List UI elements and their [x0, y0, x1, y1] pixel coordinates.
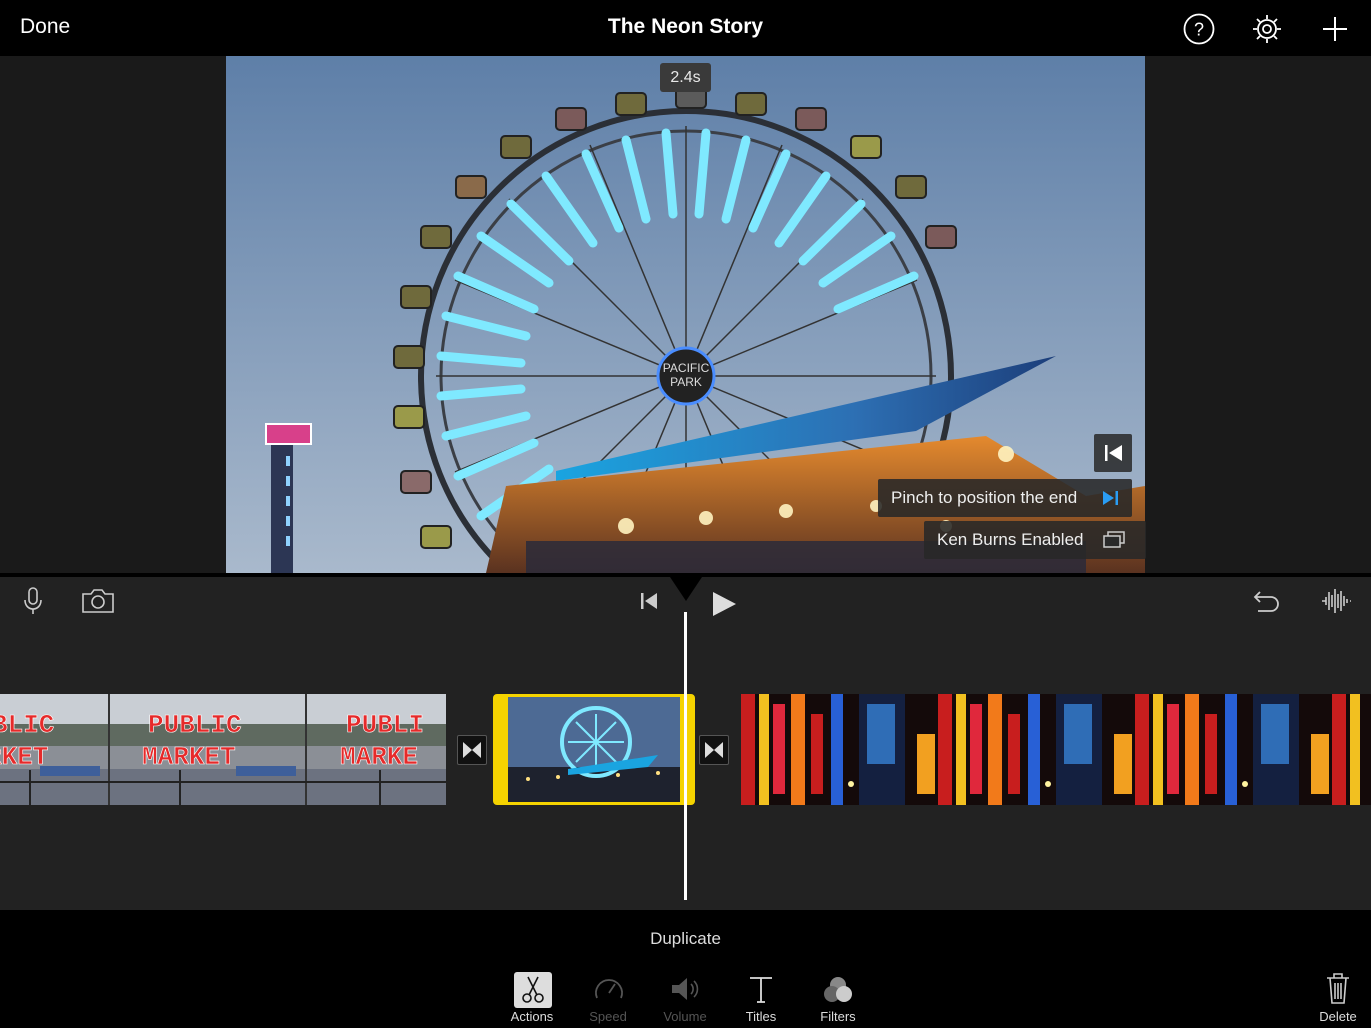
- skip-to-start-icon[interactable]: [638, 590, 660, 612]
- ken-burns-text: Ken Burns Enabled: [937, 530, 1084, 549]
- tool-delete[interactable]: Delete: [1303, 970, 1371, 1028]
- speedometer-icon: [595, 979, 623, 999]
- project-title: The Neon Story: [607, 15, 764, 38]
- pinch-hint-text: Pinch to position the end: [891, 488, 1078, 507]
- trash-icon: [1327, 973, 1349, 1004]
- transition-button-1[interactable]: [457, 735, 487, 765]
- transition-icon: [463, 742, 481, 758]
- timeline-clip-public-market[interactable]: BLIC RKET PUBLIC MARKET PUBLI MARKE: [0, 694, 446, 805]
- tool-filters-label: Filters: [820, 1009, 856, 1024]
- svg-text:PARK: PARK: [670, 375, 702, 389]
- svg-text:MARKE: MARKE: [340, 742, 418, 772]
- ken-burns-icon: [1103, 531, 1125, 548]
- camera-icon[interactable]: [80, 587, 116, 615]
- svg-text:BLIC: BLIC: [0, 710, 54, 740]
- svg-text:?: ?: [1194, 20, 1204, 40]
- preview-area: PACIFIC PARK 2.4s Pinch to position the …: [0, 56, 1371, 573]
- audio-waveform-icon[interactable]: [1320, 587, 1352, 615]
- play-icon[interactable]: [710, 590, 738, 618]
- playhead-marker: [670, 577, 702, 601]
- tool-delete-label: Delete: [1319, 1009, 1357, 1024]
- svg-text:PACIFIC: PACIFIC: [663, 361, 710, 375]
- pinch-hint-tooltip: Pinch to position the end: [878, 479, 1132, 517]
- tool-volume-label: Volume: [663, 1009, 707, 1024]
- clip-duration-badge: 2.4s: [660, 63, 711, 92]
- tool-volume[interactable]: Volume: [650, 970, 720, 1028]
- tool-speed[interactable]: Speed: [573, 970, 643, 1028]
- tool-actions-label: Actions: [510, 1009, 554, 1024]
- ken-burns-start-button[interactable]: [1094, 434, 1132, 472]
- svg-text:PUBLIC: PUBLIC: [148, 710, 242, 740]
- timeline-clip-neon-signs[interactable]: [741, 694, 1371, 805]
- microphone-icon[interactable]: [20, 586, 46, 616]
- speaker-icon: [672, 978, 699, 1000]
- transition-icon: [705, 742, 723, 758]
- duplicate-button[interactable]: Duplicate: [0, 929, 1371, 949]
- tool-titles-label: Titles: [745, 1009, 777, 1024]
- settings-gear-icon[interactable]: [1250, 12, 1284, 46]
- text-t-icon: [750, 977, 772, 1003]
- undo-icon[interactable]: [1252, 587, 1282, 615]
- tool-filters[interactable]: Filters: [803, 970, 873, 1028]
- top-bar: Done The Neon Story ?: [0, 0, 1371, 56]
- timeline-clip-ferris-wheel-selected[interactable]: [493, 694, 695, 805]
- skip-to-end-icon[interactable]: [1100, 488, 1122, 508]
- skip-to-start-icon: [1105, 445, 1122, 461]
- tool-speed-label: Speed: [589, 1009, 627, 1024]
- svg-text:PUBLI: PUBLI: [346, 710, 424, 740]
- tool-actions[interactable]: Actions: [497, 970, 567, 1028]
- help-icon[interactable]: ?: [1182, 12, 1216, 46]
- svg-text:MARKET: MARKET: [142, 742, 236, 772]
- add-plus-icon[interactable]: [1318, 12, 1352, 46]
- filters-circles-icon: [824, 977, 852, 1002]
- ken-burns-status[interactable]: Ken Burns Enabled: [924, 521, 1146, 559]
- transition-button-2[interactable]: [699, 735, 729, 765]
- scissors-icon: [514, 972, 552, 1008]
- tool-titles[interactable]: Titles: [726, 970, 796, 1028]
- playhead-line[interactable]: [684, 612, 687, 900]
